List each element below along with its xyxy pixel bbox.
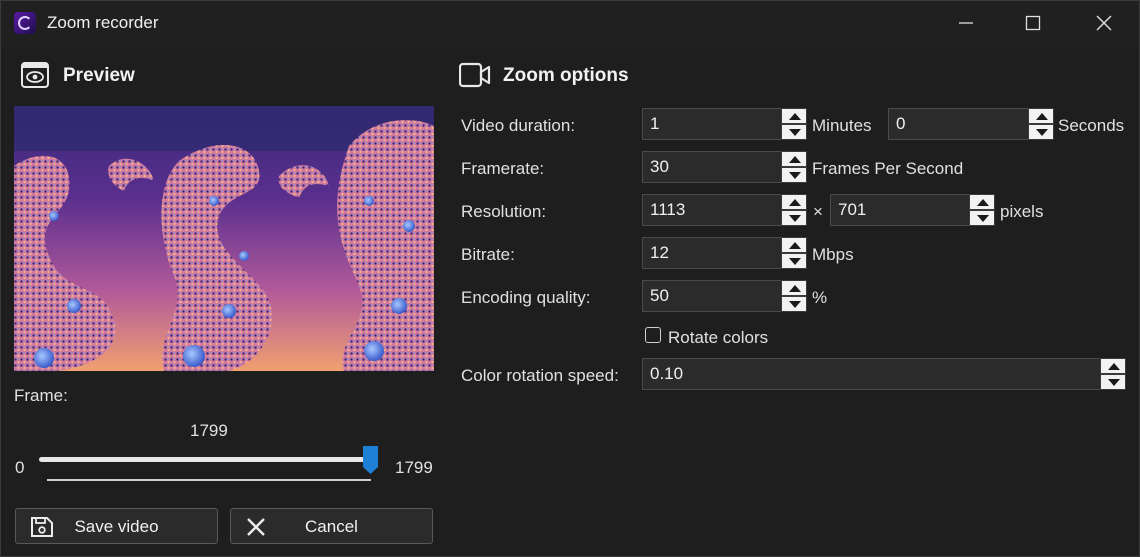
framerate-input[interactable] <box>643 152 780 182</box>
maximize-icon <box>1025 15 1041 31</box>
color-rotation-speed-spinner[interactable] <box>642 358 1126 390</box>
duration-minutes-input[interactable] <box>643 109 780 139</box>
minutes-unit-label: Minutes <box>812 116 872 135</box>
frame-label: Frame: <box>14 386 68 405</box>
zoom-recorder-window: Zoom recorder Preview Frame: 1799 0 1799… <box>0 0 1140 557</box>
resolution-label: Resolution: <box>461 202 547 221</box>
save-video-button[interactable]: Save video <box>15 508 218 544</box>
slider-min-label: 0 <box>15 458 25 477</box>
duration-seconds-input[interactable] <box>889 109 1026 139</box>
encoding-quality-unit-label: % <box>812 288 828 307</box>
seconds-unit-label: Seconds <box>1058 116 1125 135</box>
resolution-separator: × <box>813 202 823 221</box>
spin-up-button[interactable] <box>1028 108 1054 124</box>
spin-up-button[interactable] <box>969 194 995 210</box>
rotate-colors-checkbox[interactable] <box>645 327 661 343</box>
bitrate-input[interactable] <box>643 238 780 268</box>
framerate-unit-label: Frames Per Second <box>812 159 964 178</box>
video-duration-label: Video duration: <box>461 116 576 135</box>
cancel-button[interactable]: Cancel <box>230 508 433 544</box>
spin-up-button[interactable] <box>1100 358 1126 374</box>
bitrate-label: Bitrate: <box>461 245 515 264</box>
slider-max-label: 1799 <box>395 458 433 477</box>
encoding-quality-spinner[interactable] <box>642 280 807 312</box>
minimize-button[interactable] <box>936 1 996 47</box>
video-camera-icon <box>459 62 491 88</box>
resolution-height-input[interactable] <box>831 195 968 225</box>
spin-down-button[interactable] <box>781 210 807 226</box>
duration-seconds-spinner[interactable] <box>888 108 1054 140</box>
minimize-icon <box>959 22 973 24</box>
spin-up-button[interactable] <box>781 151 807 167</box>
window-title: Zoom recorder <box>47 13 159 32</box>
spin-down-button[interactable] <box>1100 374 1126 390</box>
spin-down-button[interactable] <box>1028 124 1054 140</box>
spin-down-button[interactable] <box>781 124 807 140</box>
spin-down-button[interactable] <box>781 296 807 312</box>
zoom-options-heading: Zoom options <box>503 65 629 86</box>
resolution-width-input[interactable] <box>643 195 780 225</box>
close-window-button[interactable] <box>1074 1 1134 47</box>
frame-slider-thumb[interactable] <box>362 445 379 475</box>
resolution-width-spinner[interactable] <box>642 194 807 226</box>
spin-up-button[interactable] <box>781 280 807 296</box>
duration-minutes-spinner[interactable] <box>642 108 807 140</box>
slider-current-value: 1799 <box>190 421 228 440</box>
spin-up-button[interactable] <box>781 237 807 253</box>
encoding-quality-label: Encoding quality: <box>461 288 591 307</box>
save-video-label: Save video <box>74 517 159 536</box>
spin-down-button[interactable] <box>781 253 807 269</box>
color-rotation-speed-label: Color rotation speed: <box>461 366 619 385</box>
spin-up-button[interactable] <box>781 108 807 124</box>
spin-down-button[interactable] <box>781 167 807 183</box>
title-bar: Zoom recorder <box>1 1 1139 47</box>
slider-tick-line <box>47 479 371 481</box>
preview-heading: Preview <box>63 65 135 86</box>
cancel-label: Cancel <box>305 517 358 536</box>
fractal-preview-image <box>14 106 434 371</box>
maximize-button[interactable] <box>1003 1 1063 47</box>
eye-icon <box>21 62 49 88</box>
bitrate-unit-label: Mbps <box>812 245 854 264</box>
resolution-height-spinner[interactable] <box>830 194 995 226</box>
rotate-colors-label: Rotate colors <box>668 328 769 347</box>
close-icon <box>1096 15 1112 31</box>
encoding-quality-input[interactable] <box>643 281 780 311</box>
resolution-unit-label: pixels <box>1000 202 1044 221</box>
framerate-spinner[interactable] <box>642 151 807 183</box>
bitrate-spinner[interactable] <box>642 237 807 269</box>
framerate-label: Framerate: <box>461 159 545 178</box>
spin-down-button[interactable] <box>969 210 995 226</box>
frame-slider-track[interactable] <box>39 457 371 462</box>
color-rotation-speed-input[interactable] <box>643 359 1090 389</box>
fractal-app-icon <box>14 12 36 34</box>
spin-up-button[interactable] <box>781 194 807 210</box>
